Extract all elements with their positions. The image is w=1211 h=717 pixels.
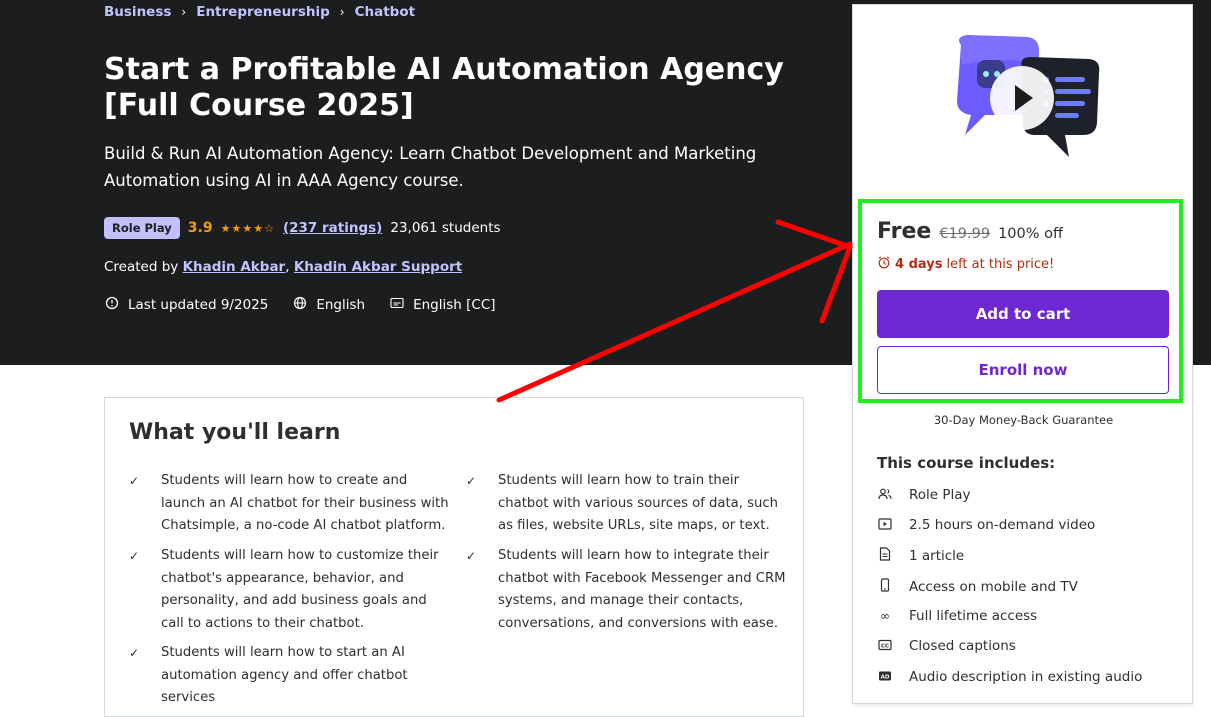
chatbot-illustration — [857, 5, 1188, 191]
star-full-icon: ★ — [242, 221, 254, 235]
role-play-badge: Role Play — [104, 217, 180, 239]
breadcrumb-entrepreneurship[interactable]: Entrepreneurship — [196, 4, 330, 20]
infinity-icon: ∞ — [880, 609, 890, 623]
learn-item: ✓ Students will learn how to start an AI… — [129, 642, 451, 710]
includes-item: 2.5 hours on-demand video — [877, 517, 1095, 533]
course-preview-video[interactable] — [857, 5, 1188, 191]
includes-label: 1 article — [909, 547, 965, 564]
mobile-icon — [877, 578, 893, 595]
breadcrumb: Business › Entrepreneurship › Chatbot — [104, 4, 415, 20]
check-icon: ✓ — [129, 549, 140, 563]
includes-label: Access on mobile and TV — [909, 578, 1078, 595]
includes-label: Closed captions — [909, 638, 1016, 654]
course-language: English — [316, 297, 366, 313]
breadcrumb-chatbot[interactable]: Chatbot — [355, 4, 415, 20]
course-title: Start a Profitable AI Automation Agency … — [104, 52, 784, 123]
course-subtitle: Build & Run AI Automation Agency: Learn … — [104, 144, 757, 190]
learn-item: ✓ Students will learn how to create and … — [129, 470, 451, 538]
video-icon — [877, 517, 893, 533]
star-full-icon: ★ — [231, 221, 243, 235]
includes-label: Audio description in existing audio — [909, 669, 1143, 685]
learn-item-text: Students will learn how to start an AI a… — [161, 645, 408, 705]
last-updated: Last updated 9/2025 — [128, 297, 269, 313]
learn-item-text: Students will learn how to train their c… — [498, 473, 778, 533]
rating-score: 3.9 — [187, 220, 213, 236]
alert-icon — [104, 296, 120, 314]
check-icon: ✓ — [466, 549, 477, 563]
ratings-count-link[interactable]: (237 ratings) — [283, 220, 382, 236]
includes-item: CC Closed captions — [877, 638, 1016, 654]
course-captions: English [CC] — [413, 297, 496, 313]
what-youll-learn-box: What you'll learn ✓ Students will learn … — [104, 397, 804, 717]
learn-item: ✓ Students will learn how to train their… — [466, 470, 788, 538]
captions-icon: CC — [877, 639, 893, 654]
chevron-right-icon: › — [181, 5, 187, 19]
star-full-icon: ★ — [220, 221, 232, 235]
svg-text:AD: AD — [881, 674, 890, 680]
author-link-1[interactable]: Khadin Akbar — [183, 259, 286, 275]
rating-row: Role Play 3.9 ★★★★☆ (237 ratings) 23,061… — [104, 217, 501, 239]
breadcrumb-business[interactable]: Business — [104, 4, 171, 20]
money-back-guarantee: 30-Day Money-Back Guarantee — [933, 413, 1114, 427]
includes-item: Role Play — [877, 487, 971, 503]
learn-title: What you'll learn — [129, 420, 341, 445]
role-play-icon — [877, 488, 893, 503]
learn-item: ✓ Students will learn how to integrate t… — [466, 545, 788, 635]
check-icon: ✓ — [129, 646, 140, 660]
check-icon: ✓ — [129, 474, 140, 488]
highlight-box — [858, 199, 1183, 403]
course-meta: Last updated 9/2025 English English [CC] — [104, 296, 496, 314]
created-by-label: Created by — [104, 259, 179, 275]
includes-title: This course includes: — [877, 454, 1056, 472]
chevron-right-icon: › — [339, 5, 345, 19]
audio-description-icon: AD — [877, 670, 893, 685]
includes-item: 1 article — [877, 547, 964, 564]
includes-item: ∞ Full lifetime access — [877, 608, 1037, 624]
author-link-2[interactable]: Khadin Akbar Support — [294, 259, 462, 275]
students-count: 23,061 students — [390, 220, 501, 236]
globe-icon — [292, 296, 308, 314]
includes-item: AD Audio description in existing audio — [877, 669, 1142, 685]
includes-label: Role Play — [909, 487, 971, 503]
article-icon — [877, 547, 893, 564]
learn-item-text: Students will learn how to integrate the… — [498, 548, 786, 631]
learn-item-text: Students will learn how to create and la… — [161, 473, 449, 533]
includes-label: Full lifetime access — [909, 608, 1038, 624]
check-icon: ✓ — [466, 474, 477, 488]
star-empty-icon: ☆ — [264, 221, 275, 235]
star-full-icon: ★ — [253, 221, 265, 235]
learn-item-text: Students will learn how to customize the… — [161, 548, 439, 631]
includes-label: 2.5 hours on-demand video — [909, 517, 1096, 533]
captions-icon — [389, 297, 405, 313]
created-by: Created by Khadin Akbar, Khadin Akbar Su… — [104, 259, 463, 275]
learn-item: ✓ Students will learn how to customize t… — [129, 545, 451, 635]
svg-text:CC: CC — [881, 643, 889, 649]
rating-stars: ★★★★☆ — [221, 222, 275, 235]
includes-item: Access on mobile and TV — [877, 578, 1078, 595]
